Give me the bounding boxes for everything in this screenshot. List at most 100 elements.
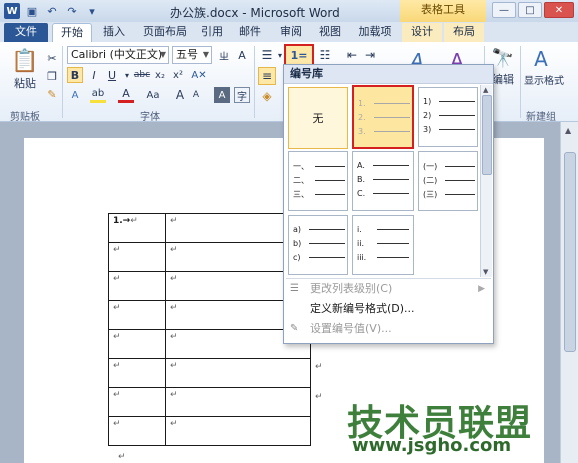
paragraph-mark: ↵ [170, 419, 178, 429]
bold-button[interactable]: B [67, 67, 83, 83]
multilevel-list-icon[interactable]: ☷ [316, 46, 334, 64]
copy-icon[interactable]: ❐ [44, 68, 60, 84]
tab-layout[interactable]: 布局 [444, 23, 484, 42]
numbering-format-decimal-dot[interactable]: 1. 2. 3. [352, 85, 414, 149]
library-scrollbar[interactable]: ▲ ▼ [480, 85, 492, 277]
list-line: (三) [423, 189, 475, 200]
numbering-format-chinese[interactable]: 一、 二、 三、 [288, 151, 348, 211]
align-left-icon[interactable]: ≡ [258, 67, 276, 85]
table-cell[interactable]: ↵ [165, 387, 311, 417]
decrease-indent-icon[interactable]: ⇤ [344, 46, 360, 64]
font-name-box[interactable]: Calibri (中文正文) ▼ [67, 46, 169, 64]
superscript-icon[interactable]: x² [170, 67, 186, 83]
change-case-button[interactable]: Aa [142, 87, 164, 103]
table-cell[interactable]: ↵ [108, 416, 166, 446]
tab-home[interactable]: 开始 [52, 23, 92, 42]
chevron-down-icon[interactable]: ▾ [122, 67, 132, 83]
shading-icon[interactable]: ◈ [258, 87, 276, 105]
new-group-label: 新建组 [526, 112, 556, 123]
minimize-button[interactable]: — [492, 2, 516, 18]
list-line: A. [357, 161, 409, 170]
font-size-box[interactable]: 五号 ▼ [172, 46, 212, 64]
numbering-format-upper-alpha[interactable]: A. B. C. [352, 151, 414, 211]
vertical-scrollbar[interactable]: ▲ [560, 122, 578, 463]
table-cell[interactable]: ↵ [108, 329, 166, 359]
list-line: 3) [423, 125, 475, 134]
title-bar: W ▣ ↶ ↷ ▾ 办公族.docx - Microsoft Word 表格工具… [0, 0, 578, 22]
numbering-format-lower-roman[interactable]: i. ii. iii. [352, 215, 414, 275]
font-size-value: 五号 [176, 48, 198, 61]
scroll-up-icon[interactable]: ▲ [565, 126, 571, 135]
clear-formatting-icon[interactable]: A✕ [190, 67, 208, 83]
phonetic-guide-icon[interactable]: ㄓ [216, 47, 232, 63]
save-icon[interactable]: ▣ [24, 3, 40, 19]
underline-button[interactable]: U [104, 67, 120, 83]
table-cell[interactable]: ↵ [108, 358, 166, 388]
numbering-button[interactable]: 1= [284, 44, 314, 66]
table-cell[interactable]: ↵ [165, 358, 311, 388]
customize-qat-icon[interactable]: ▾ [84, 3, 100, 19]
format-painter-icon[interactable]: ✎ [44, 86, 60, 102]
italic-button[interactable]: I [86, 67, 102, 83]
table-row: ↵ ↵ [108, 358, 311, 388]
highlight-color-icon[interactable]: ab [90, 87, 106, 103]
table-cell[interactable]: ↵ [108, 271, 166, 301]
list-line: C. [357, 189, 409, 198]
maximize-button[interactable]: □ [518, 2, 542, 18]
grow-font-button[interactable]: A [172, 87, 188, 103]
list-line: (一) [423, 161, 475, 172]
shrink-font-button[interactable]: A [188, 87, 204, 103]
table-cell[interactable]: ↵ [108, 242, 166, 272]
paste-button[interactable]: 粘贴 [8, 76, 42, 90]
character-shading-icon[interactable]: A [214, 87, 230, 103]
chevron-down-icon[interactable]: ▾ [276, 46, 284, 64]
submenu-arrow-icon: ▶ [478, 284, 485, 294]
character-border-icon[interactable]: A [234, 47, 250, 63]
numbering-format-decimal-paren[interactable]: 1) 2) 3) [418, 87, 478, 147]
paste-icon[interactable]: 📋 [8, 46, 42, 76]
clipboard-group-label: 剪贴板 [10, 112, 40, 123]
paragraph-mark: ↵ [118, 452, 126, 462]
document-table[interactable]: 1.→↵ ↵ ↵ ↵ ↵ ↵ ↵ ↵ ↵ ↵ ↵ ↵ ↵ ↵ ↵ ↵ [108, 213, 311, 446]
tab-file[interactable]: 文件 [4, 23, 48, 42]
table-cell[interactable]: 1.→↵ [108, 213, 166, 243]
table-row: ↵ ↵ [108, 387, 311, 417]
list-line: 2. [358, 113, 410, 122]
scroll-up-icon[interactable]: ▲ [483, 86, 488, 94]
table-cell[interactable]: ↵ [108, 387, 166, 417]
paragraph-mark: ↵ [170, 216, 178, 226]
cut-icon[interactable]: ✂ [44, 50, 60, 66]
tab-addins[interactable]: 加载项 [352, 23, 398, 42]
close-button[interactable]: ✕ [544, 2, 574, 18]
numbering-format-lower-alpha[interactable]: a) b) c) [288, 215, 348, 275]
define-new-number-format-item[interactable]: 定义新编号格式(D)... [284, 299, 493, 319]
tab-references[interactable]: 引用 [196, 23, 228, 42]
show-format-button[interactable]: 显示格式 [520, 72, 568, 87]
tab-insert[interactable]: 插入 [96, 23, 132, 42]
library-scrollbar-thumb[interactable] [482, 95, 492, 175]
enclose-character-icon[interactable]: 字 [234, 87, 250, 103]
text-effects-icon[interactable]: A [67, 87, 83, 103]
font-color-icon[interactable]: A [118, 87, 134, 103]
redo-icon[interactable]: ↷ [64, 3, 80, 19]
subscript-icon[interactable]: x₂ [152, 67, 168, 83]
numbering-format-none[interactable]: 无 [288, 87, 348, 149]
paragraph-mark: ↵ [170, 390, 178, 400]
scroll-down-icon[interactable]: ▼ [483, 268, 488, 276]
tab-review[interactable]: 审阅 [274, 23, 308, 42]
undo-icon[interactable]: ↶ [44, 3, 60, 19]
bullets-icon[interactable]: ☰ [258, 46, 276, 64]
tab-view[interactable]: 视图 [312, 23, 348, 42]
increase-indent-icon[interactable]: ⇥ [362, 46, 378, 64]
window-title: 办公族.docx - Microsoft Word [170, 6, 340, 20]
table-cell[interactable]: ↵ [108, 300, 166, 330]
show-format-icon[interactable]: A [526, 46, 556, 72]
tab-design[interactable]: 设计 [402, 23, 442, 42]
table-cell[interactable]: ↵ [165, 416, 311, 446]
tab-page-layout[interactable]: 页面布局 [136, 23, 194, 42]
numbering-format-chinese-paren[interactable]: (一) (二) (三) [418, 151, 478, 211]
list-line: 三、 [293, 189, 345, 200]
scrollbar-thumb[interactable] [564, 152, 576, 352]
tab-mailings[interactable]: 邮件 [232, 23, 268, 42]
strikethrough-icon[interactable]: abc [134, 67, 150, 83]
